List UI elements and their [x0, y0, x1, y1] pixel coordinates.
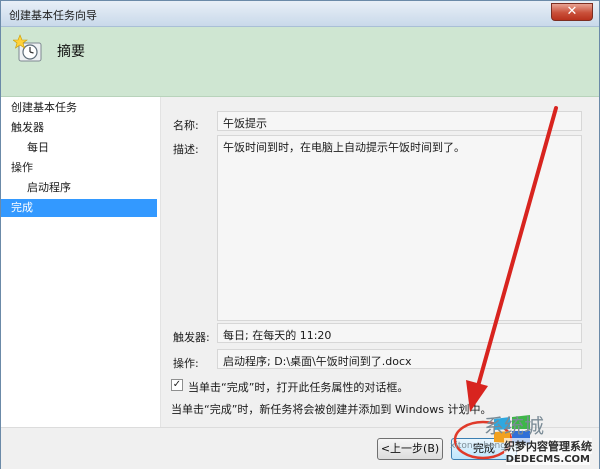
nav-step-action[interactable]: 操作: [1, 159, 157, 177]
name-label: 名称:: [173, 119, 199, 132]
title-bar[interactable]: 创建基本任务向导 ✕: [1, 1, 599, 27]
watermark-brand-text: 织梦内容管理系统: [504, 438, 592, 454]
close-button[interactable]: ✕: [551, 3, 593, 21]
wizard-window: 创建基本任务向导 ✕ 摘要 创建基本任务 触发器 每日 操作 启动程序 完成 名…: [0, 0, 600, 469]
trigger-label: 触发器:: [173, 331, 210, 344]
task-scheduler-icon: [13, 34, 42, 62]
wizard-steps-nav: 创建基本任务 触发器 每日 操作 启动程序 完成: [1, 97, 161, 427]
action-label: 操作:: [173, 357, 199, 370]
page-heading: 摘要: [57, 44, 85, 60]
action-field[interactable]: 启动程序; D:\桌面\午饭时间到了.docx: [217, 349, 582, 369]
description-field[interactable]: 午饭时间到时，在电脑上自动提示午饭时间到了。: [217, 135, 582, 321]
summary-panel: 名称: 午饭提示 描述: 午饭时间到时，在电脑上自动提示午饭时间到了。 触发器:…: [161, 97, 599, 427]
name-field[interactable]: 午饭提示: [217, 111, 582, 131]
window-title: 创建基本任务向导: [9, 9, 97, 22]
open-properties-label[interactable]: 当单击“完成”时，打开此任务属性的对话框。: [188, 379, 408, 395]
description-label: 描述:: [173, 143, 199, 156]
nav-step-create-task[interactable]: 创建基本任务: [1, 99, 157, 117]
wizard-header: 摘要: [1, 27, 599, 97]
nav-step-daily[interactable]: 每日: [1, 139, 157, 157]
open-properties-checkbox[interactable]: ✓: [171, 379, 183, 391]
nav-step-finish[interactable]: 完成: [1, 199, 157, 217]
trigger-field[interactable]: 每日; 在每天的 11:20: [217, 323, 582, 343]
back-button[interactable]: <上一步(B): [377, 438, 443, 460]
watermark-main-text: 系统城: [484, 414, 544, 438]
nav-step-trigger[interactable]: 触发器: [1, 119, 157, 137]
finish-note: 当单击“完成”时，新任务将会被创建并添加到 Windows 计划中。: [171, 403, 492, 416]
close-icon: ✕: [566, 4, 578, 19]
watermark-url-text: DEDECMS.COM: [505, 454, 590, 465]
watermark: 系统城 xitongcheng.com 织梦内容管理系统 DEDECMS.COM: [446, 405, 596, 467]
nav-step-start-program[interactable]: 启动程序: [1, 179, 157, 197]
